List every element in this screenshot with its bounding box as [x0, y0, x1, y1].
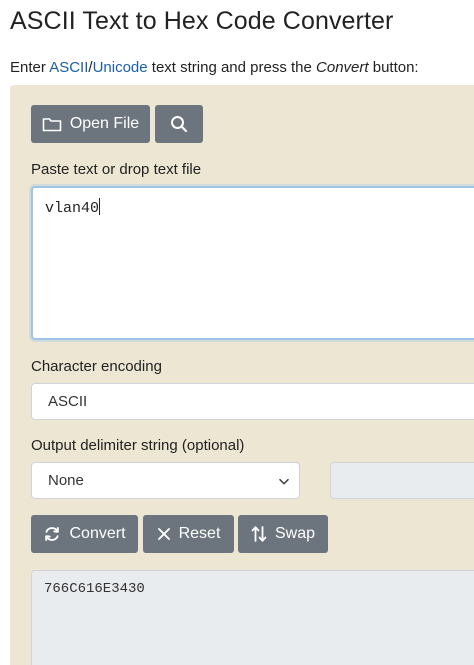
hex-output[interactable]: 766C616E3430: [31, 570, 474, 665]
unicode-link[interactable]: Unicode: [93, 59, 148, 76]
search-icon: [170, 115, 188, 133]
folder-icon: [42, 116, 62, 133]
chevron-down-icon: [279, 472, 289, 489]
text-caret: [99, 198, 101, 215]
ascii-link[interactable]: ASCII: [49, 59, 88, 76]
search-button[interactable]: [155, 105, 203, 143]
custom-delimiter-input[interactable]: [330, 462, 474, 499]
encoding-label: Character encoding: [31, 358, 162, 375]
swap-arrows-icon: [251, 525, 267, 543]
encoding-select[interactable]: ASCII: [31, 383, 474, 420]
page-title: ASCII Text to Hex Code Converter: [10, 7, 394, 35]
intro-suffix: button:: [368, 59, 419, 76]
intro-middle: text string and press the: [147, 59, 317, 76]
intro-text: Enter ASCII/Unicode text string and pres…: [10, 59, 419, 76]
reset-button[interactable]: Reset: [143, 515, 234, 553]
delimiter-selected-value: None: [48, 472, 84, 489]
swap-button[interactable]: Swap: [238, 515, 328, 553]
refresh-icon: [43, 525, 61, 543]
swap-label: Swap: [274, 525, 316, 542]
text-input[interactable]: vlan40: [31, 186, 474, 340]
hex-output-value: 766C616E3430: [44, 581, 145, 597]
open-file-button[interactable]: Open File: [31, 105, 150, 143]
converter-page: ASCII Text to Hex Code Converter Enter A…: [0, 0, 474, 665]
convert-button[interactable]: Convert: [31, 515, 138, 553]
text-input-value: vlan40: [45, 200, 100, 217]
reset-label: Reset: [178, 525, 221, 542]
close-icon: [157, 527, 171, 541]
delimiter-select[interactable]: None: [31, 462, 300, 499]
convert-label: Convert: [69, 525, 126, 542]
intro-prefix: Enter: [10, 59, 50, 76]
intro-emphasis: Convert: [316, 59, 369, 76]
open-file-label: Open File: [69, 115, 140, 132]
delimiter-label: Output delimiter string (optional): [31, 437, 245, 454]
input-label: Paste text or drop text file: [31, 161, 202, 178]
encoding-selected-value: ASCII: [48, 393, 88, 410]
